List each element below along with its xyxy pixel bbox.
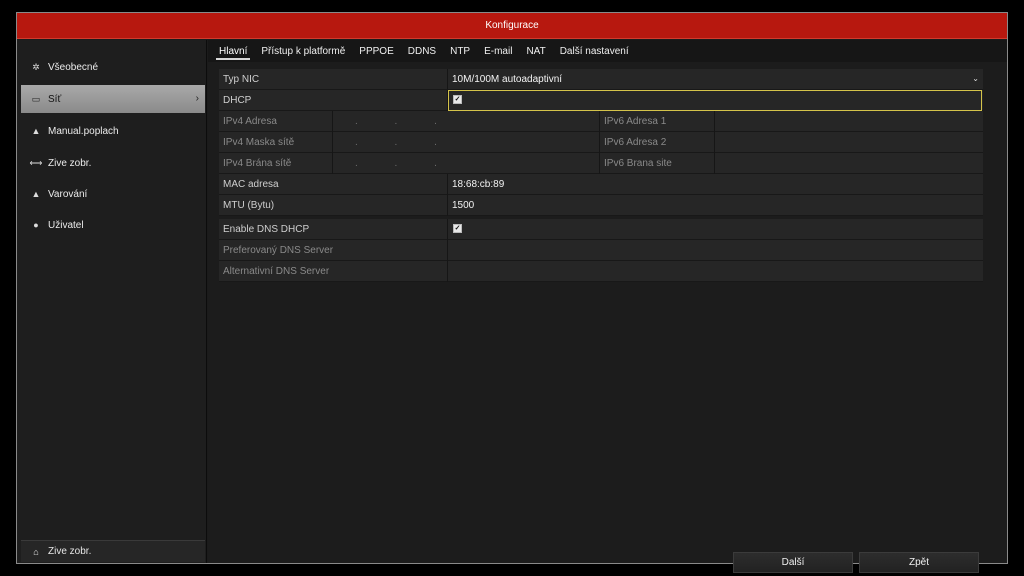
- chevron-down-icon: ⌄: [972, 73, 979, 83]
- ipv4-address-row: IPv4 Adresa . . . IPv6 Adresa 1: [219, 110, 983, 132]
- mac-label: MAC adresa: [219, 173, 448, 195]
- dns-dhcp-checkbox[interactable]: ✓: [453, 224, 462, 233]
- alarm-icon: ▲: [31, 126, 41, 136]
- dns-alternate-row: Alternativní DNS Server: [219, 260, 983, 282]
- sidebar-item-label: Uživatel: [48, 219, 84, 231]
- tab-more-settings[interactable]: Další nastavení: [553, 40, 636, 62]
- dns-dhcp-row: Enable DNS DHCP ✓: [219, 218, 983, 240]
- sidebar-item-user[interactable]: ● Uživatel: [21, 211, 205, 239]
- ipv6-address2-label: IPv6 Adresa 2: [600, 131, 715, 153]
- ipv4-address-label: IPv4 Adresa: [219, 110, 333, 132]
- sidebar-bottom-label: Zive zobr.: [48, 546, 92, 557]
- tab-pppoe[interactable]: PPPOE: [352, 40, 400, 62]
- main-content: Hlavní Přístup k platformě PPPOE DDNS NT…: [208, 40, 1007, 573]
- dns-dhcp-label: Enable DNS DHCP: [219, 218, 448, 240]
- user-icon: ●: [33, 220, 39, 230]
- tab-platform-access[interactable]: Přístup k platformě: [254, 40, 352, 62]
- dhcp-checkbox[interactable]: ✓: [453, 95, 462, 104]
- tab-main[interactable]: Hlavní: [212, 40, 254, 62]
- mtu-input[interactable]: 1500: [448, 195, 983, 216]
- chevron-right-icon: ›: [195, 93, 199, 104]
- nic-type-select[interactable]: 10M/100M autoadaptivní ⌄: [448, 69, 982, 90]
- nic-type-value: 10M/100M autoadaptivní: [452, 73, 563, 85]
- tab-ntp[interactable]: NTP: [443, 40, 477, 62]
- dhcp-row: DHCP ✓: [219, 89, 983, 111]
- home-icon: ⌂: [33, 546, 39, 557]
- dns-preferred-row: Preferovaný DNS Server: [219, 239, 983, 261]
- sidebar-live-view-button[interactable]: ⌂ Zive zobr.: [21, 540, 205, 562]
- mac-value: 18:68:cb:89: [452, 178, 505, 190]
- sidebar-item-live-view[interactable]: ⟷ Zive zobr.: [21, 149, 205, 177]
- ipv6-address1-input[interactable]: [715, 111, 983, 132]
- ipv6-address1-label: IPv6 Adresa 1: [600, 110, 715, 132]
- window-titlebar: Konfigurace: [17, 13, 1007, 39]
- nic-type-label: Typ NIC: [219, 68, 448, 90]
- sidebar-item-label: Všeobecné: [48, 61, 99, 73]
- dns-preferred-label: Preferovaný DNS Server: [219, 239, 448, 261]
- tab-ddns[interactable]: DDNS: [401, 40, 443, 62]
- sidebar-item-warning[interactable]: ▲ Varování: [21, 180, 205, 208]
- sidebar-item-label: Zive zobr.: [48, 157, 92, 169]
- mtu-row: MTU (Bytu) 1500: [219, 194, 983, 216]
- ipv4-mask-row: IPv4 Maska sítě . . . IPv6 Adresa 2: [219, 131, 983, 153]
- sidebar: ✲ Všeobecné ▭ Síť › ▲ Manual.poplach ⟷ Z…: [17, 40, 207, 563]
- dhcp-label: DHCP: [219, 89, 448, 111]
- ipv4-mask-input[interactable]: . . .: [333, 131, 600, 153]
- config-window: Konfigurace ✲ Všeobecné ▭ Síť › ▲ Manual…: [16, 12, 1008, 573]
- mtu-label: MTU (Bytu): [219, 194, 448, 216]
- ipv4-gateway-input[interactable]: . . .: [333, 152, 600, 174]
- ipv6-gateway-label: IPv6 Brana site: [600, 152, 715, 174]
- dhcp-field: [448, 90, 982, 111]
- sidebar-item-label: Síť: [48, 93, 62, 105]
- sidebar-item-label: Varování: [48, 188, 88, 200]
- ipv6-gateway-input[interactable]: [715, 153, 983, 174]
- dns-alternate-label: Alternativní DNS Server: [219, 260, 448, 282]
- tab-email[interactable]: E-mail: [477, 40, 519, 62]
- next-button[interactable]: Další: [733, 552, 853, 573]
- sidebar-item-manual-alarm[interactable]: ▲ Manual.poplach: [21, 117, 205, 145]
- sidebar-item-label: Manual.poplach: [48, 125, 119, 137]
- dns-alternate-input[interactable]: [448, 261, 983, 282]
- ipv4-gateway-label: IPv4 Brána sítě: [219, 152, 333, 174]
- ipv4-address-input[interactable]: . . .: [333, 110, 600, 132]
- mac-row: MAC adresa 18:68:cb:89: [219, 173, 983, 195]
- warning-icon: ▲: [31, 189, 41, 199]
- ipv4-mask-label: IPv4 Maska sítě: [219, 131, 333, 153]
- back-button[interactable]: Zpět: [859, 552, 979, 573]
- ipv6-address2-input[interactable]: [715, 132, 983, 153]
- window-title: Konfigurace: [485, 20, 539, 31]
- nic-type-row: Typ NIC 10M/100M autoadaptivní ⌄: [219, 68, 983, 90]
- sidebar-item-network[interactable]: ▭ Síť ›: [21, 85, 205, 113]
- tab-nat[interactable]: NAT: [519, 40, 552, 62]
- gear-icon: ✲: [32, 61, 40, 72]
- ipv4-gateway-row: IPv4 Brána sítě . . . IPv6 Brana site: [219, 152, 983, 174]
- dns-preferred-input[interactable]: [448, 240, 983, 261]
- live-view-icon: ⟷: [29, 157, 43, 168]
- tab-bar: Hlavní Přístup k platformě PPPOE DDNS NT…: [208, 40, 1007, 62]
- network-icon: ▭: [31, 93, 41, 104]
- sidebar-item-general[interactable]: ✲ Všeobecné: [21, 53, 205, 81]
